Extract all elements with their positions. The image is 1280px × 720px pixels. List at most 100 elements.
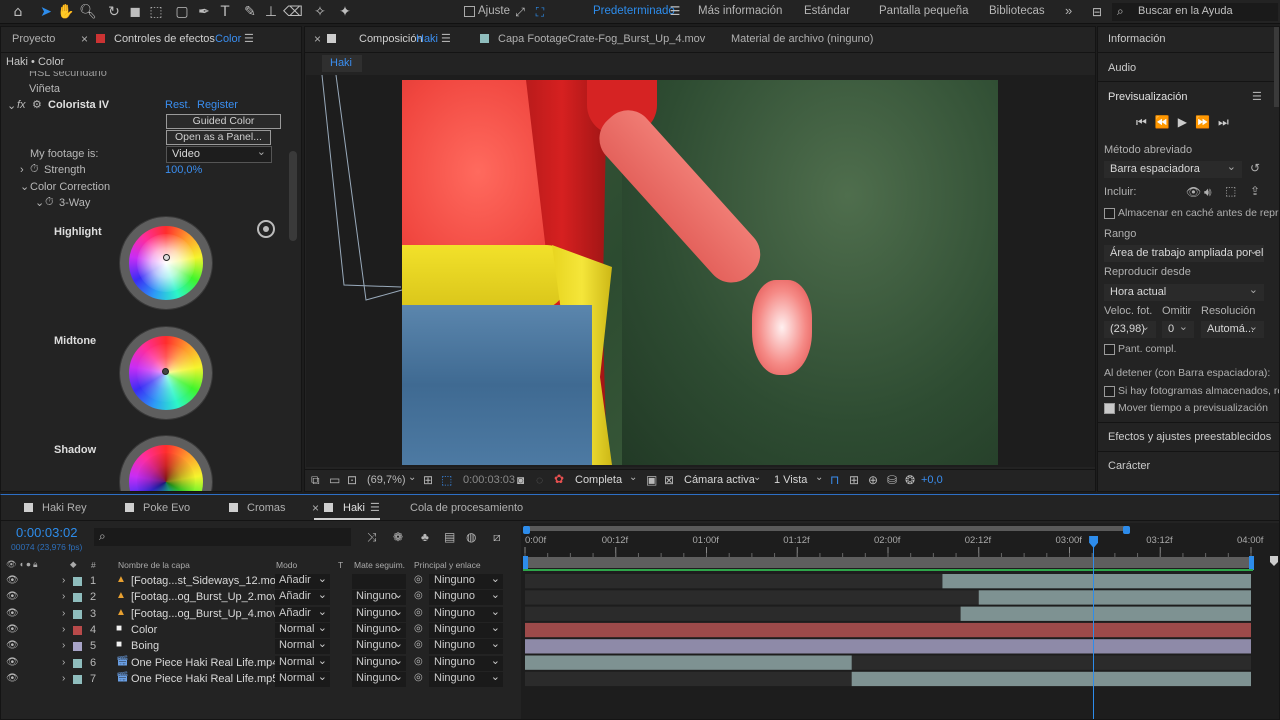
timeline-search-field[interactable]: ⌕ <box>94 528 351 546</box>
fps-dropdown[interactable]: (23,98) <box>1104 321 1156 338</box>
parent-dropdown[interactable]: Ninguno ⌄ <box>429 671 503 687</box>
rotate-tool-icon[interactable]: ↻ <box>104 2 124 22</box>
layer-row[interactable]: 👁︎ › 1 ▲ [Footag...st_Sideways_12.mov] Añadir… <box>1 573 521 590</box>
include-overlays-icon[interactable]: ⬚ <box>1225 184 1236 198</box>
hand-tool-icon[interactable]: ✋ <box>56 2 76 22</box>
camera-chevron-icon[interactable]: ⌄ <box>753 472 761 483</box>
cache-checkbox[interactable] <box>1104 208 1115 219</box>
workspace-predeterminado[interactable]: Predeterminado <box>593 5 675 17</box>
midtone-color-wheel[interactable] <box>120 327 212 419</box>
register-link[interactable]: Register <box>197 99 238 111</box>
snap-target-icon[interactable]: ⛶ <box>530 2 550 22</box>
composition-range-bar[interactable] <box>523 557 1253 568</box>
clone-stamp-tool-icon[interactable]: ⊥ <box>261 2 281 22</box>
pick-whip-icon[interactable]: ◎ <box>414 672 423 683</box>
visibility-eye-icon[interactable]: 👁︎ <box>6 673 19 684</box>
timeline-track-area[interactable]: 0:00f 00:12f 01:00f 01:12f 02:00f 02:12f 03:00… <box>521 523 1279 719</box>
shy-layers-icon[interactable]: ♣ <box>421 530 429 544</box>
comp-sub-tab[interactable]: Haki <box>322 55 362 72</box>
pick-whip-icon[interactable]: ◎ <box>414 574 423 585</box>
snap-option-icon[interactable]: ⤢ <box>510 2 530 22</box>
include-video-icon[interactable]: 👁︎ <box>1186 185 1201 199</box>
preview-menu-icon[interactable]: ☰ <box>1252 90 1262 103</box>
col-layer-name[interactable]: Nombre de la capa <box>118 560 190 570</box>
highlight-color-wheel[interactable] <box>120 217 212 309</box>
3d-view-icon[interactable]: ⊕ <box>868 473 878 487</box>
range-dropdown[interactable]: Área de trabajo ampliada por el ... <box>1104 245 1264 262</box>
fullscreen-checkbox[interactable] <box>1104 344 1115 355</box>
type-tool-icon[interactable]: T <box>215 2 235 22</box>
comp-panel-menu-icon[interactable]: ☰ <box>441 32 451 45</box>
layer-row[interactable]: 👁︎ › 2 ▲ [Footag...og_Burst_Up_2.mov] Añadir ⌄… <box>1 589 521 606</box>
layer-label-color[interactable] <box>73 609 82 619</box>
pick-whip-icon[interactable]: ◎ <box>414 607 423 618</box>
rectangle-tool-icon[interactable]: ▢ <box>172 2 192 22</box>
time-ruler[interactable]: 0:00f 00:12f 01:00f 01:12f 02:00f 02:12f 03:00… <box>521 531 1279 557</box>
track-matte-dropdown[interactable]: Ninguno ⌄ <box>352 671 406 687</box>
blend-mode-dropdown[interactable]: Normal ⌄ <box>275 638 330 655</box>
layer-duration-bar[interactable] <box>942 574 1251 589</box>
color-correction-group[interactable]: Color Correction <box>30 181 110 193</box>
workspace-pantalla-pequena[interactable]: Pantalla pequeña <box>879 5 969 17</box>
pick-whip-icon[interactable]: ◎ <box>414 656 423 667</box>
parent-dropdown[interactable]: Ninguno ⌄ <box>429 655 503 671</box>
layer-row[interactable]: 👁︎ › 5 ■ Boing Normal ⌄ Ninguno ⌄ ◎ Ninguno ⌄ <box>1 638 521 655</box>
preview-panel-header[interactable]: Previsualización <box>1108 91 1187 103</box>
move-time-checkbox[interactable] <box>1104 403 1115 414</box>
close-haki-tab-icon[interactable]: × <box>312 501 319 515</box>
expand-layer-icon[interactable]: › <box>62 673 65 684</box>
parent-dropdown[interactable]: Ninguno ⌄ <box>429 589 503 606</box>
brush-tool-icon[interactable]: ✎ <box>240 2 260 22</box>
timeline-end-marker-icon[interactable] <box>1270 556 1278 566</box>
expand-layer-icon[interactable]: › <box>62 624 65 635</box>
range-start-handle[interactable] <box>523 556 528 570</box>
puppet-pin-tool-icon[interactable]: ✦ <box>335 2 355 22</box>
channel-icon[interactable]: ✿ <box>554 472 564 486</box>
always-preview-icon[interactable]: ⧉ <box>311 473 320 488</box>
camera-dropdown[interactable]: Cámara activa <box>684 474 755 486</box>
expand-layer-icon[interactable]: › <box>62 640 65 651</box>
resolution-chevron-icon[interactable]: ⌄ <box>629 472 637 483</box>
blend-mode-dropdown[interactable]: Añadir ⌄ <box>275 589 330 606</box>
track-matte-dropdown[interactable]: Ninguno ⌄ <box>352 622 406 638</box>
transparency-grid-icon[interactable]: ⬚ <box>441 473 452 487</box>
layer-duration-bar[interactable] <box>851 671 1251 687</box>
workspace-menu-icon[interactable]: ☰ <box>665 1 685 21</box>
reset-link[interactable]: Rest. <box>165 99 191 111</box>
track-matte-dropdown[interactable]: Ninguno ⌄ <box>352 589 406 606</box>
comp-mini-flowchart-icon[interactable]: ⤨ <box>367 530 377 545</box>
layer-duration-bar[interactable] <box>525 655 852 670</box>
show-snapshot-icon[interactable]: ◌ <box>536 473 543 487</box>
character-header[interactable]: Carácter <box>1108 460 1150 472</box>
mask-visibility-icon[interactable]: ⊡ <box>347 473 357 487</box>
info-panel-header[interactable]: Información <box>1108 33 1165 45</box>
vignette-row[interactable]: Viñeta <box>29 83 60 95</box>
playhead[interactable] <box>1093 537 1095 719</box>
region-of-interest-icon[interactable]: ⊞ <box>423 473 433 487</box>
transparency-icon[interactable]: ⊠ <box>664 473 674 487</box>
stopwatch-icon[interactable]: ⏱ <box>30 163 39 176</box>
visibility-eye-icon[interactable]: 👁︎ <box>6 657 19 668</box>
cached-frames-checkbox[interactable] <box>1104 386 1115 397</box>
expand-layer-icon[interactable]: › <box>62 657 65 668</box>
track-matte-dropdown[interactable] <box>352 574 406 589</box>
expand-strength-icon[interactable]: › <box>20 164 24 176</box>
reset-shortcut-icon[interactable]: ↺ <box>1250 161 1260 175</box>
tab-composition[interactable]: Composición <box>359 33 423 45</box>
workspace-mas-informacion[interactable]: Más información <box>698 5 782 17</box>
play-icon[interactable]: ▶ <box>1178 115 1195 129</box>
shadow-color-wheel[interactable] <box>120 436 212 491</box>
shortcut-dropdown[interactable]: Barra espaciadora <box>1104 161 1242 178</box>
snap-checkbox[interactable] <box>464 6 475 17</box>
fast-previews-icon[interactable]: ▣ <box>646 473 657 487</box>
tab-footage[interactable]: Material de archivo (ninguno) <box>731 33 873 45</box>
views-chevron-icon[interactable]: ⌄ <box>815 472 823 483</box>
track-matte-dropdown[interactable]: Ninguno ⌄ <box>352 655 406 671</box>
tab-haki[interactable]: Haki <box>343 502 365 514</box>
layer-label-color[interactable] <box>73 577 82 586</box>
parent-dropdown[interactable]: Ninguno ⌄ <box>429 622 503 638</box>
visibility-eye-icon[interactable]: 👁︎ <box>6 575 19 586</box>
exposure-value[interactable]: +0,0 <box>921 474 943 486</box>
tab-effect-controls[interactable]: Controles de efectos <box>114 33 215 45</box>
pan-behind-tool-icon[interactable]: ⬚ <box>146 2 166 22</box>
